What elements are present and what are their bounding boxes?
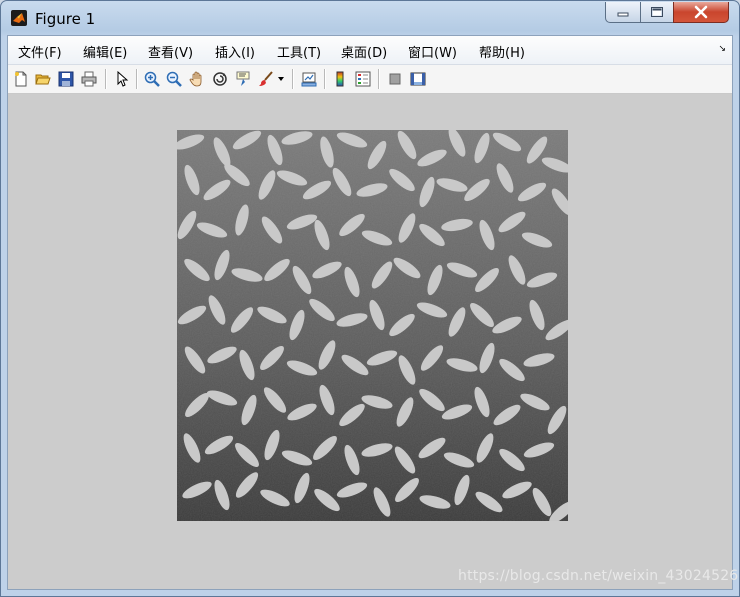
save-button[interactable] (57, 70, 75, 88)
print-button[interactable] (80, 70, 98, 88)
menu-view[interactable]: 查看(V) (148, 42, 193, 61)
zoom-in-button[interactable] (143, 70, 161, 88)
minimize-icon (617, 12, 629, 17)
zoom-in-icon (144, 71, 160, 87)
insert-legend-icon (355, 71, 371, 87)
data-cursor-icon (236, 71, 250, 86)
link-plot-icon (301, 72, 317, 87)
menu-insert[interactable]: 插入(I) (215, 42, 255, 61)
open-file-button[interactable] (34, 70, 52, 88)
pan-hand-icon (189, 71, 202, 87)
edit-plot-button[interactable] (113, 70, 131, 88)
brush-dropdown-button[interactable] (276, 70, 286, 88)
link-plot-button[interactable] (300, 70, 318, 88)
edit-plot-arrow-icon (117, 71, 129, 87)
menu-desktop[interactable]: 桌面(D) (341, 42, 387, 61)
matlab-logo-icon (11, 10, 27, 26)
menu-bar: 文件(F) 编辑(E) 查看(V) 插入(I) 工具(T) 桌面(D) 窗口(W… (8, 36, 732, 65)
close-icon (694, 5, 708, 19)
hide-plot-tools-icon (389, 73, 401, 85)
rotate-3d-button[interactable] (211, 70, 229, 88)
insert-legend-button[interactable] (354, 70, 372, 88)
brush-icon (259, 71, 273, 86)
title-bar[interactable]: Figure 1 (1, 1, 739, 35)
window-title: Figure 1 (35, 10, 96, 28)
menu-tools[interactable]: 工具(T) (277, 42, 321, 61)
new-figure-icon (15, 71, 27, 87)
menu-help[interactable]: 帮助(H) (479, 42, 525, 61)
figure-canvas[interactable] (8, 94, 732, 589)
menu-file[interactable]: 文件(F) (18, 42, 62, 61)
show-plot-tools-icon (410, 72, 426, 86)
figure-window: Figure 1 文件(F) 编辑(E) 查看(V) 插入(I) 工具(T) 桌… (0, 0, 740, 597)
image-axes[interactable] (177, 130, 568, 521)
minimize-button[interactable] (605, 2, 641, 23)
insert-colorbar-icon (336, 71, 344, 87)
rice-grains-image (177, 130, 568, 521)
brush-dropdown-icon (278, 77, 284, 81)
show-plot-tools-button[interactable] (409, 70, 427, 88)
insert-colorbar-button[interactable] (331, 70, 349, 88)
rotate-3d-icon (213, 72, 227, 86)
figure-toolbar (8, 65, 732, 94)
csdn-watermark: https://blog.csdn.net/weixin_43024526 (458, 568, 739, 584)
figure-client-area: 文件(F) 编辑(E) 查看(V) 插入(I) 工具(T) 桌面(D) 窗口(W… (7, 35, 733, 590)
zoom-out-icon (166, 71, 182, 87)
menubar-dock-arrow-icon[interactable]: ↘ (718, 44, 726, 54)
pan-button[interactable] (188, 70, 206, 88)
maximize-icon (651, 7, 663, 17)
maximize-button[interactable] (640, 2, 674, 23)
print-icon (81, 71, 97, 87)
menu-edit[interactable]: 编辑(E) (83, 42, 127, 61)
menu-window[interactable]: 窗口(W) (408, 42, 457, 61)
close-button[interactable] (673, 2, 729, 23)
new-figure-button[interactable] (12, 70, 30, 88)
zoom-out-button[interactable] (165, 70, 183, 88)
data-cursor-button[interactable] (234, 70, 252, 88)
open-file-icon (35, 74, 51, 85)
save-icon (58, 71, 74, 87)
brush-button[interactable] (257, 70, 275, 88)
hide-plot-tools-button[interactable] (386, 70, 404, 88)
